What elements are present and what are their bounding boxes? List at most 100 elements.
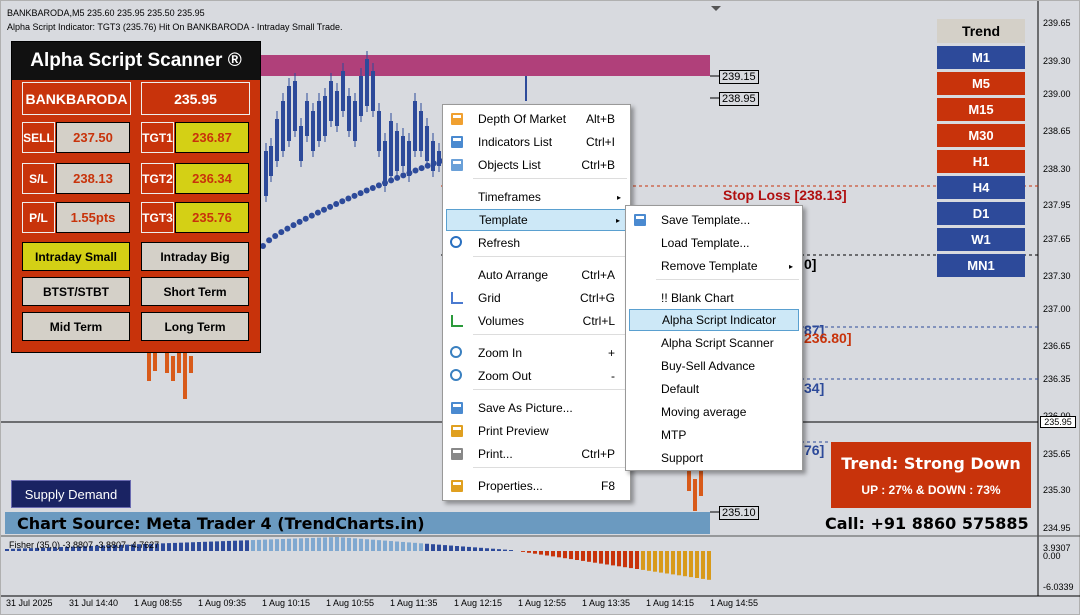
fisher-indicator-label: Fisher (35,0) -3.8807 -3.8807 -4.7627 bbox=[9, 540, 160, 550]
template-item-save-template[interactable]: Save Template... bbox=[629, 209, 799, 231]
menu-item-label: Timeframes bbox=[478, 190, 541, 204]
menu-item-volumes[interactable]: Volumes Ctrl+L bbox=[446, 310, 627, 332]
menu-item-properties[interactable]: Properties... F8 bbox=[446, 475, 627, 497]
target-label-red: 236.80] bbox=[804, 330, 852, 346]
fisher-bar bbox=[635, 551, 639, 569]
menu-item-auto-arrange[interactable]: Auto Arrange Ctrl+A bbox=[446, 264, 627, 286]
menu-item-shortcut: - bbox=[611, 369, 615, 383]
menu-item-template[interactable]: Template ▸ bbox=[446, 209, 627, 231]
trend-tf-h4[interactable]: H4 bbox=[937, 176, 1025, 199]
trend-dot bbox=[314, 209, 321, 216]
fisher-bar bbox=[221, 541, 225, 551]
trend-tf-m30[interactable]: M30 bbox=[937, 124, 1025, 147]
fisher-bar bbox=[305, 538, 309, 551]
fisher-bar bbox=[401, 541, 405, 551]
template-item-load-template[interactable]: Load Template... bbox=[629, 232, 799, 254]
candle-bar bbox=[299, 126, 303, 161]
candle-bar bbox=[183, 351, 187, 399]
fisher-bar bbox=[443, 545, 447, 551]
trend-dots bbox=[260, 158, 443, 249]
trend-tf-d1[interactable]: D1 bbox=[937, 202, 1025, 225]
fisher-bar bbox=[215, 541, 219, 551]
zoom-in-icon bbox=[450, 346, 462, 358]
candle-bar bbox=[329, 81, 333, 121]
fisher-bar bbox=[551, 551, 555, 557]
template-item-support[interactable]: Support bbox=[629, 447, 799, 469]
fisher-bar bbox=[203, 541, 207, 551]
submenu-arrow-icon: ▸ bbox=[788, 261, 793, 271]
price-tick: 239.00 bbox=[1043, 89, 1071, 99]
chart-context-menu: Depth Of Market Alt+B Indicators List Ctrl+… bbox=[442, 104, 631, 501]
template-item-moving-average[interactable]: Moving average bbox=[629, 401, 799, 423]
intraday-small-button[interactable]: Intraday Small bbox=[22, 242, 130, 271]
intraday-big-button[interactable]: Intraday Big bbox=[141, 242, 249, 271]
tgt1-label: TGT1 bbox=[141, 122, 174, 153]
scanner-price: 235.95 bbox=[141, 82, 250, 115]
fisher-bar bbox=[323, 537, 327, 551]
trend-tf-h1[interactable]: H1 bbox=[937, 150, 1025, 173]
menu-item-depth-of-market[interactable]: Depth Of Market Alt+B bbox=[446, 108, 627, 130]
fisher-bar bbox=[503, 549, 507, 551]
supply-demand-button[interactable]: Supply Demand bbox=[11, 480, 131, 508]
menu-item-zoom-in[interactable]: Zoom In + bbox=[446, 342, 627, 364]
fisher-bar bbox=[233, 540, 237, 551]
scanner-symbol[interactable]: BANKBARODA bbox=[22, 82, 131, 115]
candle-bar bbox=[275, 119, 279, 161]
partial-label-entry: 0] bbox=[804, 256, 817, 272]
fisher-bar bbox=[641, 551, 645, 570]
fisher-bar bbox=[353, 538, 357, 551]
fisher-bar bbox=[605, 551, 609, 565]
template-item-alpha-script-indicator[interactable]: Alpha Script Indicator bbox=[629, 309, 799, 331]
template-item-buy-sell-advance[interactable]: Buy-Sell Advance bbox=[629, 355, 799, 377]
trend-tf-w1[interactable]: W1 bbox=[937, 228, 1025, 251]
menu-item-save-as-picture[interactable]: Save As Picture... bbox=[446, 397, 627, 419]
fisher-bar bbox=[689, 551, 693, 578]
menu-item-label: Properties... bbox=[478, 479, 543, 493]
fisher-bar bbox=[197, 542, 201, 551]
chart-window[interactable]: BANKBARODA,M5 235.60 235.95 235.50 235.9… bbox=[0, 0, 1080, 615]
level-label-235-10: 235.10 bbox=[719, 506, 759, 520]
menu-item-indicators-list[interactable]: Indicators List Ctrl+I bbox=[446, 131, 627, 153]
long-term-button[interactable]: Long Term bbox=[141, 312, 249, 341]
fisher-bar bbox=[647, 551, 651, 571]
fisher-bar bbox=[521, 551, 525, 552]
menu-item-grid[interactable]: Grid Ctrl+G bbox=[446, 287, 627, 309]
btst-stbt-button[interactable]: BTST/STBT bbox=[22, 277, 130, 306]
mid-term-button[interactable]: Mid Term bbox=[22, 312, 130, 341]
price-tick: 236.65 bbox=[1043, 341, 1071, 351]
trend-dot bbox=[388, 177, 395, 184]
menu-item-print[interactable]: Print... Ctrl+P bbox=[446, 443, 627, 465]
tgt2-value: 236.34 bbox=[175, 163, 249, 194]
pl-label: P/L bbox=[22, 202, 55, 233]
menu-item-label: Print... bbox=[478, 447, 513, 461]
template-item-blank-chart[interactable]: !! Blank Chart bbox=[629, 287, 799, 309]
trend-tf-mn1[interactable]: MN1 bbox=[937, 254, 1025, 277]
fisher-bar bbox=[533, 551, 537, 554]
pl-value: 1.55pts bbox=[56, 202, 130, 233]
alpha-scanner-panel: Alpha Script Scanner ® BANKBARODA 235.95… bbox=[11, 41, 261, 353]
short-term-button[interactable]: Short Term bbox=[141, 277, 249, 306]
indicator-header: Alpha Script Indicator: TGT3 (235.76) Hi… bbox=[7, 22, 343, 32]
trend-tf-m5[interactable]: M5 bbox=[937, 72, 1025, 95]
time-tick: 1 Aug 10:15 bbox=[262, 598, 311, 608]
menu-item-timeframes[interactable]: Timeframes ▸ bbox=[446, 186, 627, 208]
price-tick: 238.65 bbox=[1043, 126, 1071, 136]
sell-value: 237.50 bbox=[56, 122, 130, 153]
menu-item-shortcut: Ctrl+L bbox=[582, 314, 615, 328]
fisher-bar bbox=[677, 551, 681, 576]
template-item-default[interactable]: Default bbox=[629, 378, 799, 400]
trend-tf-m1[interactable]: M1 bbox=[937, 46, 1025, 69]
trend-tf-m15[interactable]: M15 bbox=[937, 98, 1025, 121]
trend-dot bbox=[345, 195, 352, 202]
candle-bar bbox=[147, 353, 151, 381]
template-item-remove-template[interactable]: Remove Template ▸ bbox=[629, 255, 799, 277]
candle-bar bbox=[413, 101, 417, 151]
menu-item-objects-list[interactable]: Objects List Ctrl+B bbox=[446, 154, 627, 176]
menu-item-refresh[interactable]: Refresh bbox=[446, 232, 627, 254]
candle-bar bbox=[153, 351, 157, 371]
candle-bar bbox=[335, 91, 339, 126]
menu-item-zoom-out[interactable]: Zoom Out - bbox=[446, 365, 627, 387]
template-item-alpha-script-scanner[interactable]: Alpha Script Scanner bbox=[629, 332, 799, 354]
template-item-mtp[interactable]: MTP bbox=[629, 424, 799, 446]
menu-item-print-preview[interactable]: Print Preview bbox=[446, 420, 627, 442]
